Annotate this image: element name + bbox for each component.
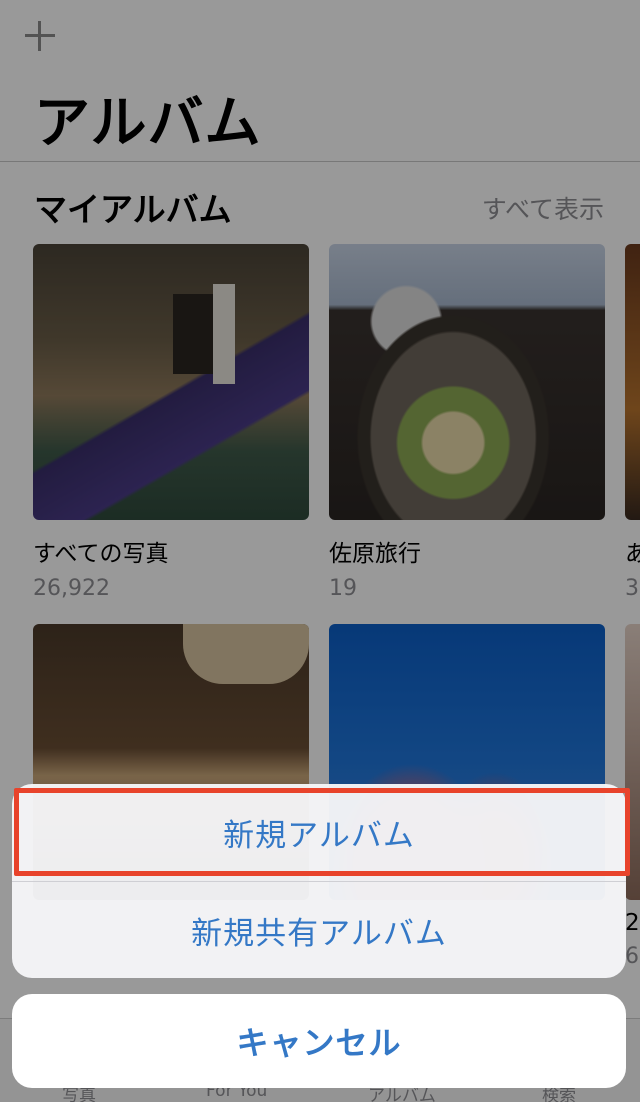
new-shared-album-button[interactable]: 新規共有アルバム — [12, 881, 626, 978]
new-album-button[interactable]: 新規アルバム — [12, 784, 626, 881]
cancel-button[interactable]: キャンセル — [12, 994, 626, 1088]
action-sheet: 新規アルバム 新規共有アルバム — [12, 784, 626, 978]
